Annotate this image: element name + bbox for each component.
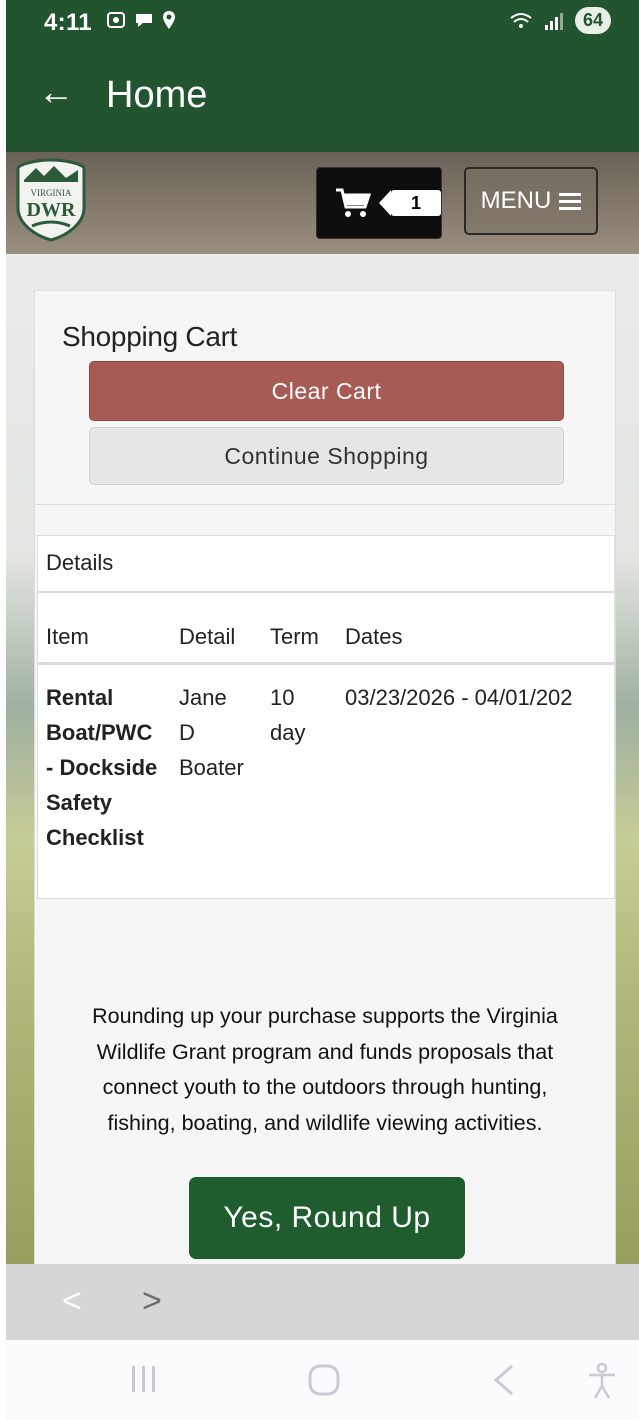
back-arrow-icon[interactable]: ← <box>38 72 74 112</box>
recent-apps-icon[interactable] <box>128 1362 160 1396</box>
cell-term: 10 day <box>270 685 306 745</box>
details-table: Details Item Detail Term Dates Rental Bo… <box>37 535 615 899</box>
system-back-icon[interactable] <box>490 1362 518 1398</box>
shopping-cart-card: Shopping Cart Clear Cart Continue Shoppi… <box>34 290 616 1265</box>
cell-dates: 03/23/2026 - 04/01/202 <box>345 685 573 710</box>
menu-button[interactable]: MENU <box>464 167 598 235</box>
app-bar-title: Home <box>106 74 208 116</box>
system-nav-bar <box>6 1340 639 1420</box>
nav-back-button[interactable]: < <box>62 1282 82 1321</box>
nav-forward-button[interactable]: > <box>142 1282 162 1321</box>
signal-icon <box>544 12 563 30</box>
details-title: Details <box>46 550 114 575</box>
dwr-logo[interactable]: VIRGINIA DWR <box>14 158 88 242</box>
page-title: Shopping Cart <box>62 321 238 352</box>
continue-shopping-button[interactable]: Continue Shopping <box>89 427 564 485</box>
status-bar: 4:11 64 <box>6 0 639 46</box>
round-up-button[interactable]: Yes, Round Up <box>189 1177 465 1259</box>
column-header-detail: Detail <box>179 624 236 649</box>
clear-cart-button[interactable]: Clear Cart <box>89 361 564 421</box>
divider <box>35 504 615 505</box>
cell-item: Rental Boat/PWC - Dockside Safety Checkl… <box>46 685 158 850</box>
cart-count-badge: 1 <box>379 190 441 216</box>
divider <box>38 662 614 665</box>
battery-indicator: 64 <box>574 7 611 34</box>
location-icon <box>163 11 175 29</box>
cart-button[interactable]: 1 <box>316 167 442 239</box>
roundup-description: Rounding up your purchase supports the V… <box>92 1004 558 1135</box>
column-header-term: Term <box>270 624 319 649</box>
status-time: 4:11 <box>44 9 92 36</box>
screen: 4:11 64 ← Home VIRGINIA DWR 1 MENU Shopp… <box>6 0 639 1420</box>
cell-detail: Jane D Boater <box>179 685 244 780</box>
column-header-item: Item <box>46 624 89 649</box>
app-bar: ← Home <box>6 46 639 152</box>
status-notification-icons <box>106 10 176 30</box>
menu-label: MENU <box>480 187 552 214</box>
site-header: VIRGINIA DWR 1 MENU <box>6 152 639 254</box>
divider <box>38 591 614 593</box>
accessibility-icon[interactable] <box>586 1362 618 1400</box>
wifi-icon <box>510 12 532 28</box>
shopping-cart-icon <box>336 188 371 217</box>
hamburger-icon <box>559 193 582 210</box>
logo-text-main: DWR <box>27 199 76 221</box>
screenshot-icon <box>107 12 125 28</box>
browser-nav-bar: < > <box>6 1264 639 1340</box>
chat-icon <box>136 14 152 27</box>
column-header-dates: Dates <box>345 624 403 649</box>
logo-text-top: VIRGINIA <box>31 188 72 198</box>
status-system-icons: 64 <box>509 7 611 34</box>
home-icon[interactable] <box>306 1362 342 1398</box>
